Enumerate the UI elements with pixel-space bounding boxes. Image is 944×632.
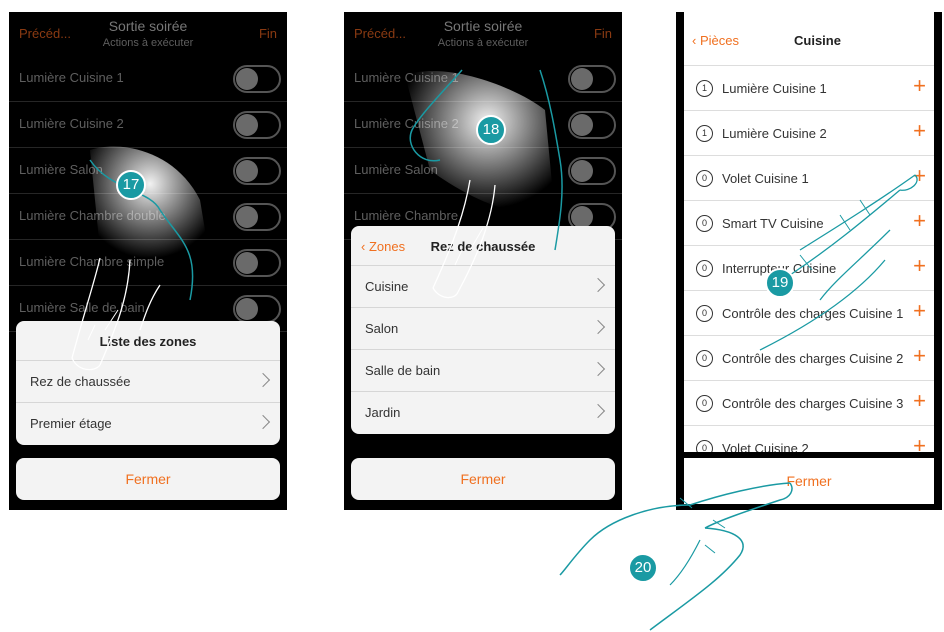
hand-pointer-icon — [405, 69, 563, 299]
step-badge: 19 — [765, 268, 795, 298]
step-badge: 17 — [116, 170, 146, 200]
step-badge: 18 — [476, 115, 506, 145]
hand-pointer-icon — [559, 482, 793, 631]
step-badge: 20 — [628, 553, 658, 583]
tutorial-stage: Précéd... Sortie soirée Actions à exécut… — [0, 0, 944, 632]
gesture-overlay — [71, 69, 918, 631]
hand-pointer-icon — [759, 174, 918, 351]
